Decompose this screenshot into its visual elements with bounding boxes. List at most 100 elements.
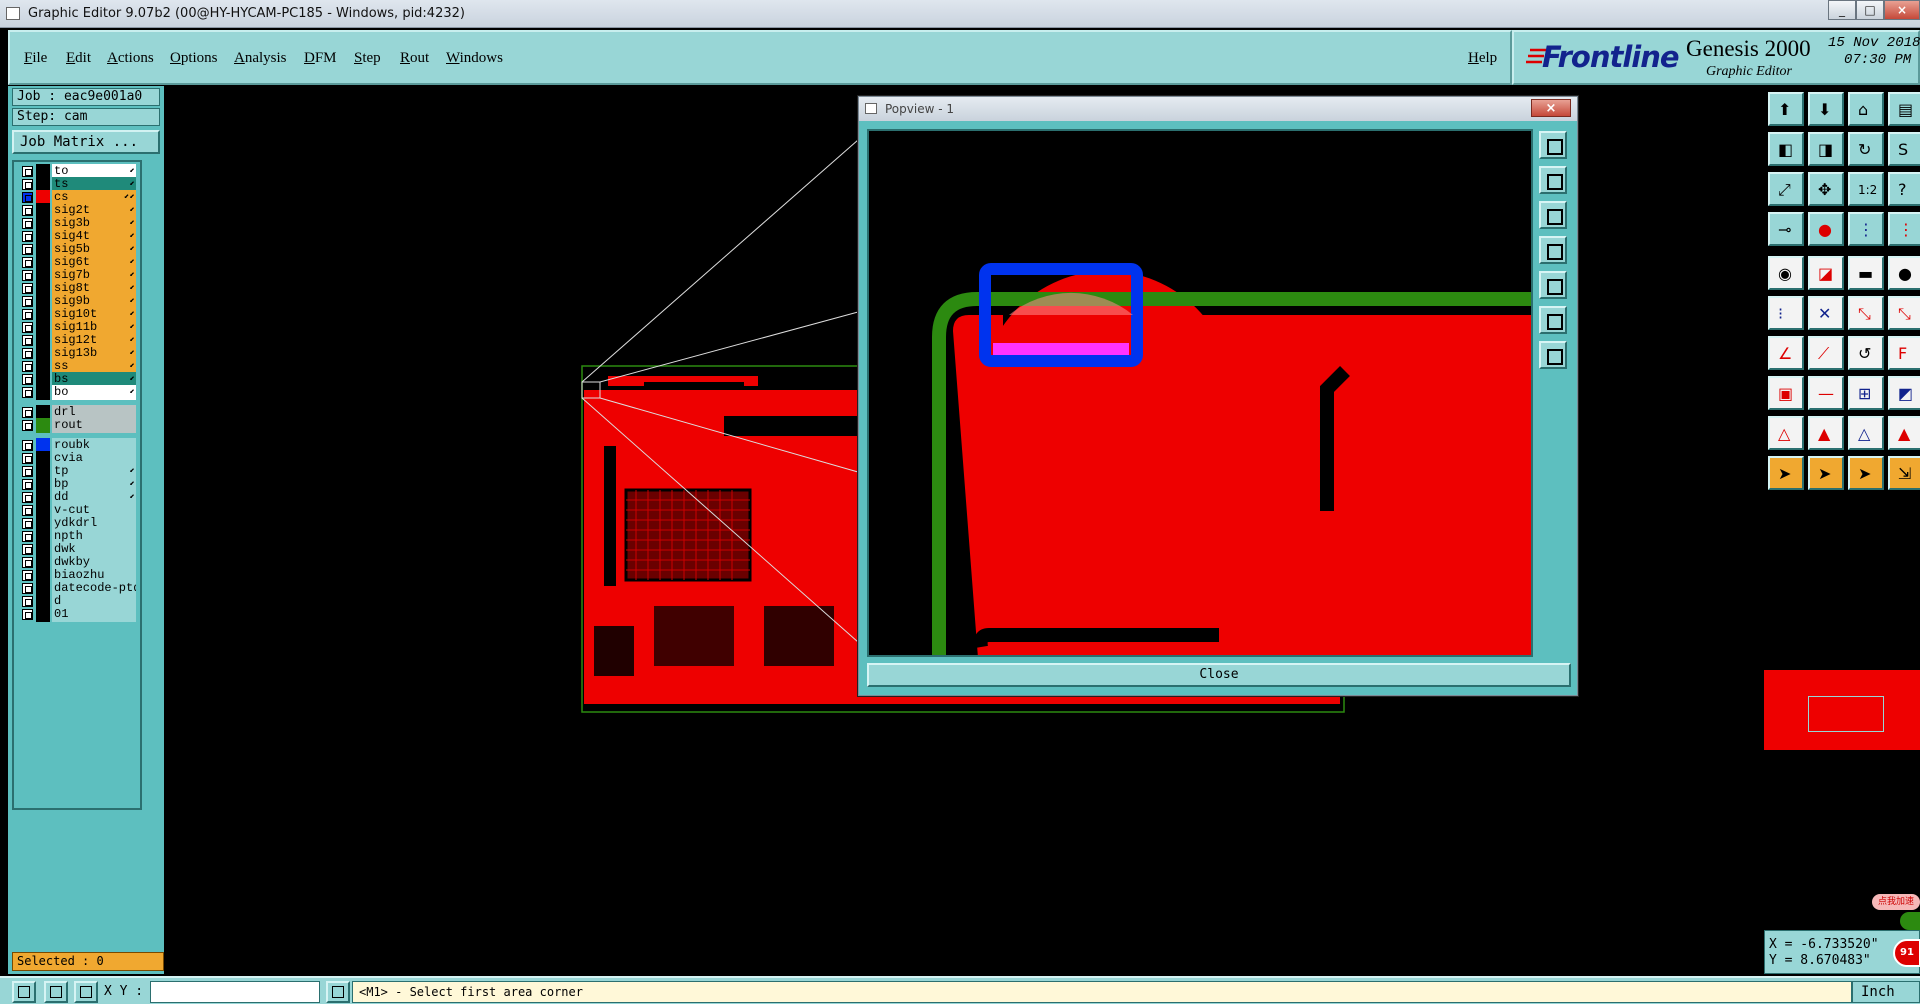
pan-left-icon[interactable]: ◧ (1768, 132, 1804, 166)
line-draw-icon[interactable]: ∠ (1768, 336, 1804, 370)
layer-checkbox[interactable] (22, 466, 33, 477)
menu-edit[interactable]: Edit (66, 50, 91, 67)
layer-name[interactable]: rout (52, 418, 136, 433)
menu-rout[interactable]: Rout (400, 50, 429, 67)
layer-checkbox[interactable] (22, 420, 33, 431)
maximize-button[interactable]: □ (1856, 0, 1884, 20)
menu-help[interactable]: Help (1468, 50, 1497, 67)
overview-panel[interactable]: 点我加速 (1764, 494, 1920, 930)
layer-checkbox[interactable] (22, 531, 33, 542)
copy-icon[interactable]: ⤡ (1848, 296, 1884, 330)
layer-checkbox[interactable] (22, 453, 33, 464)
layer-checkbox[interactable] (22, 192, 33, 203)
popview-zoom-out-icon[interactable] (1539, 201, 1567, 229)
net-highlight-icon[interactable]: ⋮ (1888, 212, 1920, 246)
polygon-select-icon[interactable]: △ (1848, 416, 1884, 450)
job-matrix-button[interactable]: Job Matrix ... (12, 130, 160, 154)
measure-icon[interactable]: ⊸ (1768, 212, 1804, 246)
layer-checkbox[interactable] (22, 505, 33, 516)
layer-checkbox[interactable] (22, 218, 33, 229)
layer-color-swatch[interactable] (36, 418, 50, 433)
menu-analysis[interactable]: Analysis (234, 50, 287, 67)
menu-windows[interactable]: Windows (446, 50, 503, 67)
resize-icon[interactable]: ⊞ (1848, 376, 1884, 410)
move-icon[interactable]: ⁝ (1768, 296, 1804, 330)
layer-checkbox[interactable] (22, 583, 33, 594)
menu-options[interactable]: Options (170, 50, 218, 67)
layer-checkbox[interactable] (22, 335, 33, 346)
layer-checkbox[interactable] (22, 440, 33, 451)
home-view-icon[interactable]: ⌂ (1848, 92, 1884, 126)
add-line-icon[interactable]: ◪ (1808, 256, 1844, 290)
snap-icon[interactable]: S (1888, 132, 1920, 166)
menu-step[interactable]: Step (354, 50, 381, 67)
polygon-icon[interactable]: △ (1768, 416, 1804, 450)
layer-checkbox[interactable] (22, 544, 33, 555)
add-pad-icon[interactable]: ◉ (1768, 256, 1804, 290)
select-area-icon[interactable]: ➤ (1808, 456, 1844, 490)
select-multi-icon[interactable]: ⇲ (1888, 456, 1920, 490)
layer-checkbox[interactable] (22, 492, 33, 503)
layer-checkbox[interactable] (22, 479, 33, 490)
xy-input[interactable] (150, 981, 320, 1003)
transform-icon[interactable]: ◩ (1888, 376, 1920, 410)
layer-checkbox[interactable] (22, 244, 33, 255)
menu-dfm[interactable]: DFM (304, 50, 337, 67)
delete-icon[interactable]: ✕ (1808, 296, 1844, 330)
stretch-icon[interactable]: ⤡ (1888, 296, 1920, 330)
grid-icon[interactable] (74, 981, 98, 1003)
speed-badge[interactable]: 点我加速 (1872, 894, 1920, 910)
layer-name[interactable]: bo (52, 385, 136, 400)
menu-actions[interactable]: Actions (107, 50, 154, 67)
close-window-button[interactable]: × (1884, 0, 1920, 20)
connector-icon[interactable]: ▬ (1848, 256, 1884, 290)
popview-pan-right-icon[interactable] (1539, 271, 1567, 299)
layer-checkbox[interactable] (22, 596, 33, 607)
select-net-icon[interactable]: ➤ (1848, 456, 1884, 490)
popview-zoom-in-icon[interactable] (1539, 166, 1567, 194)
layer-affected-icon[interactable]: ⬋ (130, 385, 135, 400)
layer-checkbox[interactable] (22, 270, 33, 281)
layer-checkbox[interactable] (22, 609, 33, 620)
layer-checkbox[interactable] (22, 322, 33, 333)
layer-row-rout[interactable]: rout (16, 418, 138, 433)
popview-close-button[interactable]: Close (867, 663, 1571, 687)
arc-icon[interactable]: ↺ (1848, 336, 1884, 370)
feature-text-icon[interactable]: F (1888, 336, 1920, 370)
layer-checkbox[interactable] (22, 179, 33, 190)
polygon-edit-icon[interactable]: ▲ (1808, 416, 1844, 450)
zoom-in-tool-icon[interactable]: ⬆ (1768, 92, 1804, 126)
overview-view-frame[interactable] (1808, 696, 1884, 732)
zoom-out-tool-icon[interactable]: ⬇ (1808, 92, 1844, 126)
layer-checkbox[interactable] (22, 166, 33, 177)
layer-checkbox[interactable] (22, 387, 33, 398)
net-tool-icon[interactable]: ⋮ (1848, 212, 1884, 246)
layer-color-swatch[interactable] (36, 385, 50, 400)
layer-checkbox[interactable] (22, 309, 33, 320)
layer-checkbox[interactable] (22, 518, 33, 529)
pad-tool-icon[interactable]: ● (1808, 212, 1844, 246)
pan-right-icon[interactable]: ◨ (1808, 132, 1844, 166)
cut-line-icon[interactable]: — (1808, 376, 1844, 410)
layer-checkbox[interactable] (22, 231, 33, 242)
popview-zoom-window-icon[interactable] (1539, 131, 1567, 159)
center-view-icon[interactable]: ✥ (1808, 172, 1844, 206)
snap-grid-icon[interactable] (12, 981, 36, 1003)
layer-row-01[interactable]: 01 (16, 607, 138, 622)
layer-checkbox[interactable] (22, 407, 33, 418)
popview-fit-icon[interactable] (1539, 306, 1567, 334)
layer-checkbox[interactable] (22, 348, 33, 359)
layer-row-bo[interactable]: bo ⬋ (16, 385, 138, 400)
layer-checkbox[interactable] (22, 361, 33, 372)
minimize-button[interactable]: _ (1828, 0, 1856, 20)
angle-snap-icon[interactable] (44, 981, 68, 1003)
layer-checkbox[interactable] (22, 296, 33, 307)
layer-checkbox[interactable] (22, 557, 33, 568)
popview-close-x-button[interactable]: × (1531, 99, 1571, 117)
select-pointer-icon[interactable]: ➤ (1768, 456, 1804, 490)
window-zoom-icon[interactable]: ▤ (1888, 92, 1920, 126)
popview-canvas[interactable] (867, 129, 1533, 657)
split-icon[interactable]: ▣ (1768, 376, 1804, 410)
polygon-fill-icon[interactable]: ▲ (1888, 416, 1920, 450)
popview-pan-left-icon[interactable] (1539, 236, 1567, 264)
